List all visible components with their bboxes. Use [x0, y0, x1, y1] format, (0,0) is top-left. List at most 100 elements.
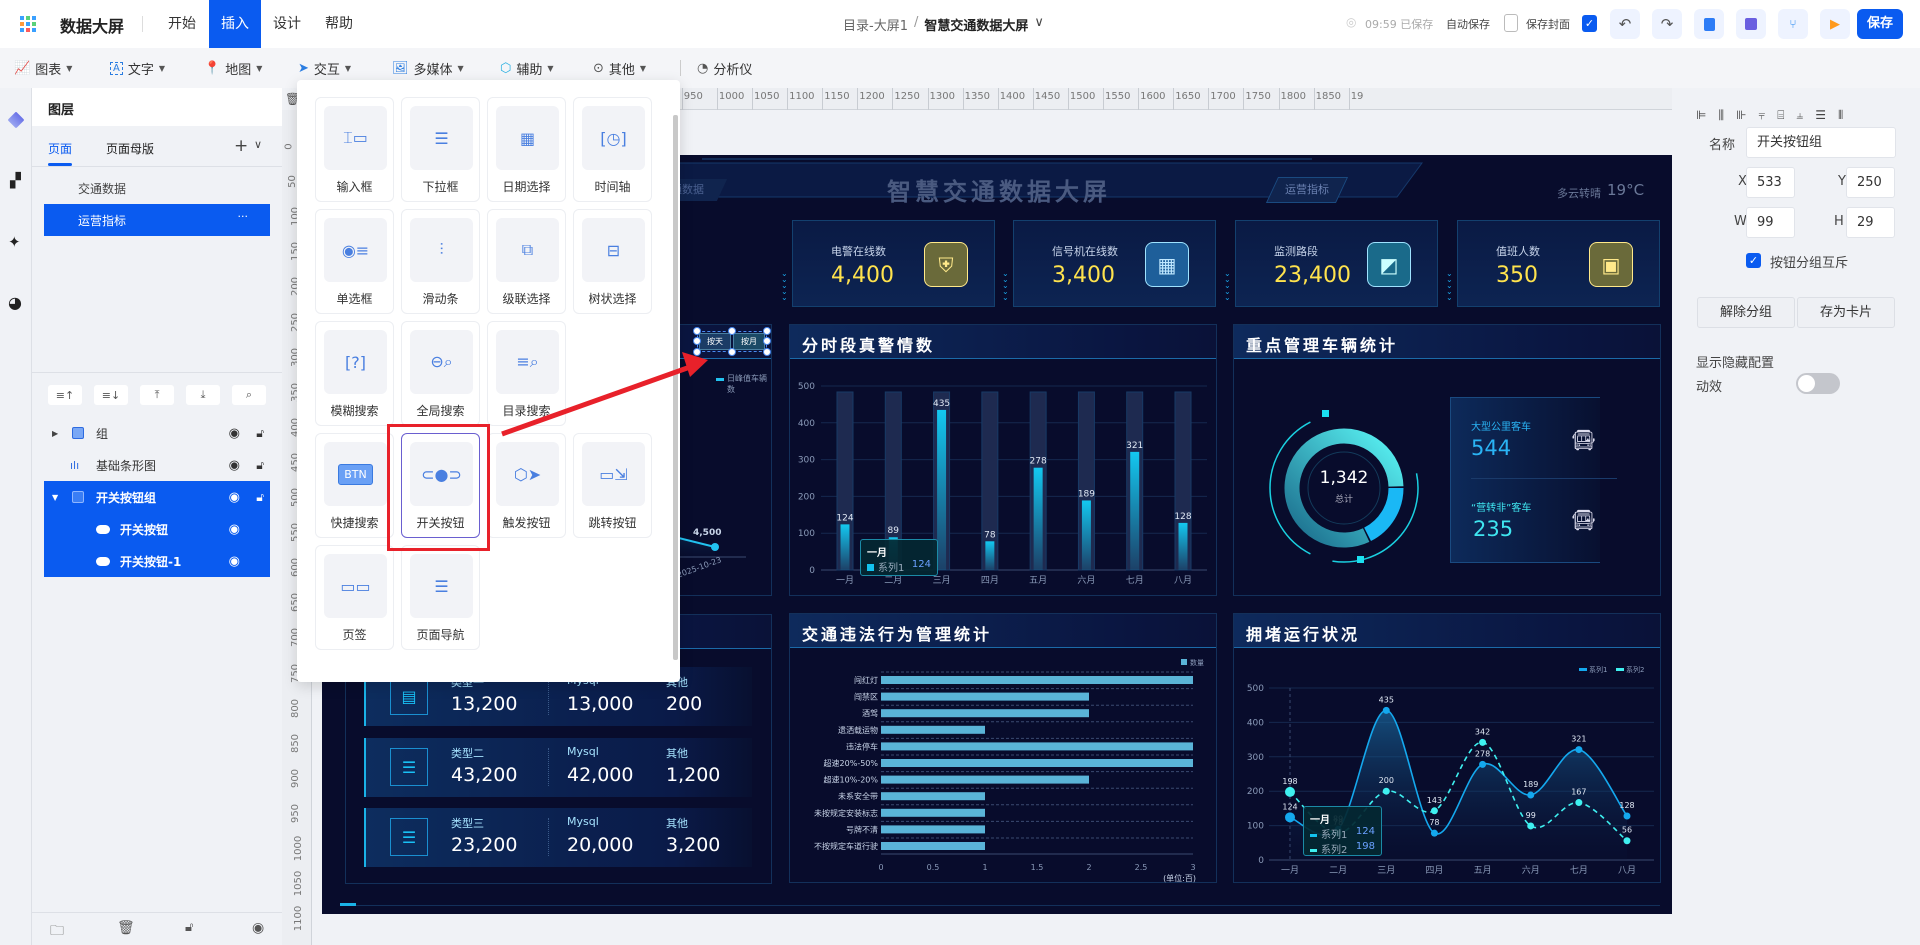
- toolbar-analyzer[interactable]: ◔ 分析仪: [697, 58, 752, 78]
- layer-item[interactable]: ▶ 组 ◉ 🔓︎: [44, 417, 270, 449]
- resize-handle[interactable]: [728, 327, 736, 335]
- component-timeline[interactable]: [◷] 时间轴: [573, 97, 652, 202]
- unlock-icon[interactable]: 🔓︎: [185, 920, 193, 935]
- toolbar-media[interactable]: 🖼 多媒体 ▼: [392, 58, 464, 78]
- distribute-h-icon[interactable]: ⦀: [1838, 108, 1843, 123]
- resize-handle[interactable]: [763, 337, 771, 345]
- breadcrumb-current[interactable]: 智慧交通数据大屏: [924, 15, 1028, 34]
- add-page-icon[interactable]: +: [234, 136, 248, 156]
- collapse-arrow-icon[interactable]: ▼: [52, 493, 58, 502]
- chevron-down-icon[interactable]: ∨: [254, 138, 262, 151]
- component-cascader[interactable]: ⧉ 级联选择: [487, 209, 566, 314]
- menu-insert[interactable]: 插入: [209, 0, 261, 48]
- trash-icon[interactable]: 🗑︎: [117, 920, 135, 936]
- component-global-search[interactable]: ⊖⌕ 全局搜索: [401, 321, 480, 426]
- x-input[interactable]: 533: [1746, 167, 1795, 198]
- layer-item-selected[interactable]: 开关按钮-1 ◉: [44, 545, 270, 577]
- save-button[interactable]: 保存: [1857, 9, 1903, 39]
- chevron-down-icon[interactable]: ∨: [1034, 15, 1044, 34]
- unlock-icon[interactable]: 🔓︎: [256, 458, 264, 473]
- eye-icon[interactable]: ◉: [229, 490, 240, 505]
- w-input[interactable]: 99: [1746, 207, 1795, 238]
- resize-handle[interactable]: [728, 348, 736, 356]
- toolbar-text[interactable]: A 文字 ▼: [110, 58, 165, 78]
- resize-handle[interactable]: [693, 337, 701, 345]
- toggle-month-button[interactable]: 按月: [733, 333, 765, 350]
- eye-icon[interactable]: ◉: [229, 458, 240, 473]
- toolbar-chart[interactable]: 📈 图表 ▼: [14, 58, 72, 78]
- tab-pages[interactable]: 页面: [48, 140, 72, 157]
- send-to-back-button[interactable]: ⤓: [186, 385, 220, 405]
- layer-item-selected[interactable]: ▼ 开关按钮组 ◉ 🔓︎: [44, 481, 270, 513]
- fit-screen-button[interactable]: [1736, 9, 1766, 39]
- magic-wand-icon[interactable]: ✦: [8, 233, 21, 251]
- menu-design[interactable]: 设计: [265, 0, 309, 48]
- component-tabs[interactable]: ▭▭ 页签: [315, 545, 394, 650]
- page-item[interactable]: 交通数据: [78, 180, 126, 197]
- toggle-day-button[interactable]: 按天: [699, 333, 731, 350]
- move-up-button[interactable]: ≡↑: [48, 385, 82, 405]
- ungroup-button[interactable]: 解除分组: [1697, 297, 1795, 328]
- component-fuzzy-search[interactable]: [?] 模糊搜索: [315, 321, 394, 426]
- menu-help[interactable]: 帮助: [317, 0, 361, 48]
- component-jump-button[interactable]: ▭⇲ 跳转按钮: [573, 433, 652, 538]
- y-input[interactable]: 250: [1846, 167, 1895, 198]
- eye-icon[interactable]: ◉: [229, 522, 240, 537]
- animation-toggle[interactable]: [1796, 373, 1840, 394]
- auto-save-checkbox[interactable]: [1504, 14, 1518, 32]
- more-icon[interactable]: ···: [238, 210, 249, 223]
- new-folder-icon[interactable]: 🗀: [50, 920, 64, 944]
- h-input[interactable]: 29: [1846, 207, 1895, 238]
- breadcrumb-root[interactable]: 目录-大屏1: [843, 15, 908, 34]
- expand-arrow-icon[interactable]: ▶: [52, 429, 58, 438]
- component-page-nav[interactable]: ☰ 页面导航: [401, 545, 480, 650]
- popup-scrollbar[interactable]: [673, 115, 678, 660]
- align-middle-v-icon[interactable]: ⌸: [1777, 108, 1784, 123]
- resize-handle[interactable]: [763, 327, 771, 335]
- component-slider[interactable]: ⫶ 滑动条: [401, 209, 480, 314]
- resize-handle[interactable]: [763, 348, 771, 356]
- pie-chart-icon[interactable]: ◕: [8, 293, 22, 312]
- eye-icon[interactable]: ◉: [229, 554, 240, 569]
- undo-button[interactable]: ↶: [1610, 9, 1640, 39]
- component-quick-search[interactable]: BTN 快捷搜索: [315, 433, 394, 538]
- component-tree-select[interactable]: ⊟ 树状选择: [573, 209, 652, 314]
- eye-icon[interactable]: ◉: [229, 426, 240, 441]
- tab-operations[interactable]: 运营指标: [1265, 177, 1349, 203]
- unlock-icon[interactable]: 🔓︎: [256, 426, 264, 441]
- component-directory-search[interactable]: ≡⌕ 目录搜索: [487, 321, 566, 426]
- toolbar-assist[interactable]: ⬡ 辅助 ▼: [500, 58, 554, 78]
- save-cover-checkbox[interactable]: ✓: [1582, 15, 1597, 32]
- share-button[interactable]: ⑂: [1778, 9, 1808, 39]
- mutex-checkbox[interactable]: ✓: [1746, 253, 1761, 268]
- move-down-button[interactable]: ≡↓: [94, 385, 128, 405]
- layer-item-selected[interactable]: 开关按钮 ◉: [44, 513, 270, 545]
- components-icon[interactable]: ▞: [10, 173, 21, 189]
- align-bottom-icon[interactable]: ⫨: [1796, 108, 1803, 123]
- component-input-box[interactable]: ⌶▭ 输入框: [315, 97, 394, 202]
- align-right-icon[interactable]: ⊪: [1736, 108, 1746, 123]
- component-radio[interactable]: ◉≡ 单选框: [315, 209, 394, 314]
- name-input[interactable]: 开关按钮组: [1746, 127, 1896, 158]
- apps-grid-icon[interactable]: [20, 16, 36, 32]
- save-as-card-button[interactable]: 存为卡片: [1797, 297, 1895, 328]
- bring-to-front-button[interactable]: ⤒: [140, 385, 174, 405]
- toolbar-map[interactable]: 📍 地图 ▼: [204, 58, 262, 78]
- search-layers-button[interactable]: ⌕: [232, 385, 266, 405]
- component-trigger-button[interactable]: ⬡➤ 触发按钮: [487, 433, 566, 538]
- align-left-icon[interactable]: ⊫: [1696, 108, 1706, 123]
- distribute-v-icon[interactable]: ☰: [1815, 108, 1826, 123]
- eye-icon[interactable]: ◉: [252, 920, 264, 936]
- page-item-selected[interactable]: 运营指标 ···: [44, 204, 270, 236]
- resize-handle[interactable]: [693, 327, 701, 335]
- resize-handle[interactable]: [693, 348, 701, 356]
- align-top-icon[interactable]: ⫧: [1758, 108, 1765, 123]
- unlock-icon[interactable]: 🔓︎: [256, 490, 264, 505]
- redo-button[interactable]: ↷: [1652, 9, 1682, 39]
- component-date-picker[interactable]: ▦ 日期选择: [487, 97, 566, 202]
- play-button[interactable]: ▶: [1820, 9, 1850, 39]
- menu-start[interactable]: 开始: [160, 0, 204, 48]
- layers-icon[interactable]: [7, 111, 25, 129]
- tab-master-pages[interactable]: 页面母版: [106, 140, 154, 157]
- align-center-h-icon[interactable]: ⫼: [1718, 108, 1724, 123]
